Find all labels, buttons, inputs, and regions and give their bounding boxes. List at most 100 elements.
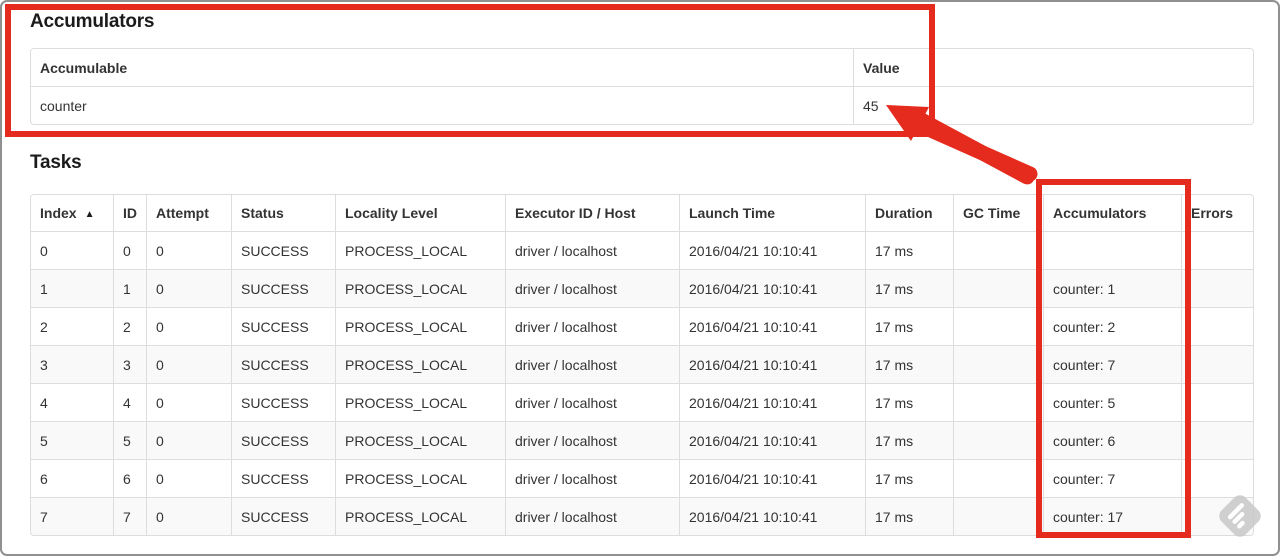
task-accumulators-cell [1043, 231, 1181, 269]
task-launch-time-cell: 2016/04/21 10:10:41 [679, 497, 865, 535]
task-gc-time-cell [953, 383, 1043, 421]
task-errors-cell [1181, 497, 1253, 535]
task-executor-cell: driver / localhost [505, 497, 679, 535]
col-header-errors[interactable]: Errors [1181, 195, 1253, 231]
task-accumulators-cell: counter: 6 [1043, 421, 1181, 459]
task-id-cell: 0 [113, 231, 146, 269]
task-accumulators-cell: counter: 2 [1043, 307, 1181, 345]
tasks-table: Index ▲ ID Attempt Status Locality Level … [30, 194, 1254, 536]
task-duration-cell: 17 ms [865, 269, 953, 307]
task-accumulators-cell: counter: 1 [1043, 269, 1181, 307]
task-errors-cell [1181, 269, 1253, 307]
task-locality-cell: PROCESS_LOCAL [335, 459, 505, 497]
task-attempt-cell: 0 [146, 269, 231, 307]
task-launch-time-cell: 2016/04/21 10:10:41 [679, 269, 865, 307]
task-row: 2 2 0 SUCCESS PROCESS_LOCAL driver / loc… [31, 307, 1253, 345]
col-header-gc-time[interactable]: GC Time [953, 195, 1043, 231]
col-header-attempt[interactable]: Attempt [146, 195, 231, 231]
task-locality-cell: PROCESS_LOCAL [335, 269, 505, 307]
task-id-cell: 1 [113, 269, 146, 307]
col-header-launch-time[interactable]: Launch Time [679, 195, 865, 231]
accumulators-header-row: Accumulable Value [31, 49, 1253, 86]
task-attempt-cell: 0 [146, 345, 231, 383]
task-duration-cell: 17 ms [865, 421, 953, 459]
col-header-status[interactable]: Status [231, 195, 335, 231]
task-launch-time-cell: 2016/04/21 10:10:41 [679, 421, 865, 459]
task-index-cell: 2 [31, 307, 113, 345]
task-id-cell: 3 [113, 345, 146, 383]
task-duration-cell: 17 ms [865, 307, 953, 345]
col-header-index[interactable]: Index ▲ [31, 195, 113, 231]
task-id-cell: 6 [113, 459, 146, 497]
task-row: 4 4 0 SUCCESS PROCESS_LOCAL driver / loc… [31, 383, 1253, 421]
accumulable-value-cell: 45 [853, 86, 1253, 124]
index-header-label: Index [40, 205, 77, 221]
task-launch-time-cell: 2016/04/21 10:10:41 [679, 307, 865, 345]
task-launch-time-cell: 2016/04/21 10:10:41 [679, 459, 865, 497]
task-launch-time-cell: 2016/04/21 10:10:41 [679, 383, 865, 421]
task-errors-cell [1181, 383, 1253, 421]
task-executor-cell: driver / localhost [505, 269, 679, 307]
task-locality-cell: PROCESS_LOCAL [335, 497, 505, 535]
tasks-header-row: Index ▲ ID Attempt Status Locality Level … [31, 195, 1253, 231]
task-locality-cell: PROCESS_LOCAL [335, 383, 505, 421]
task-gc-time-cell [953, 497, 1043, 535]
task-row: 7 7 0 SUCCESS PROCESS_LOCAL driver / loc… [31, 497, 1253, 535]
task-accumulators-cell: counter: 7 [1043, 345, 1181, 383]
task-duration-cell: 17 ms [865, 497, 953, 535]
task-errors-cell [1181, 421, 1253, 459]
task-row: 1 1 0 SUCCESS PROCESS_LOCAL driver / loc… [31, 269, 1253, 307]
task-status-cell: SUCCESS [231, 307, 335, 345]
task-gc-time-cell [953, 269, 1043, 307]
task-index-cell: 3 [31, 345, 113, 383]
task-accumulators-cell: counter: 5 [1043, 383, 1181, 421]
task-errors-cell [1181, 231, 1253, 269]
task-gc-time-cell [953, 231, 1043, 269]
col-header-duration[interactable]: Duration [865, 195, 953, 231]
task-id-cell: 7 [113, 497, 146, 535]
task-row: 5 5 0 SUCCESS PROCESS_LOCAL driver / loc… [31, 421, 1253, 459]
task-gc-time-cell [953, 421, 1043, 459]
task-gc-time-cell [953, 459, 1043, 497]
task-id-cell: 2 [113, 307, 146, 345]
task-index-cell: 6 [31, 459, 113, 497]
col-header-accumulable[interactable]: Accumulable [31, 49, 853, 86]
col-header-locality-level[interactable]: Locality Level [335, 195, 505, 231]
task-attempt-cell: 0 [146, 497, 231, 535]
task-index-cell: 4 [31, 383, 113, 421]
col-header-id[interactable]: ID [113, 195, 146, 231]
task-executor-cell: driver / localhost [505, 459, 679, 497]
task-accumulators-cell: counter: 17 [1043, 497, 1181, 535]
task-status-cell: SUCCESS [231, 421, 335, 459]
task-status-cell: SUCCESS [231, 231, 335, 269]
task-launch-time-cell: 2016/04/21 10:10:41 [679, 231, 865, 269]
col-header-executor-id-host[interactable]: Executor ID / Host [505, 195, 679, 231]
task-attempt-cell: 0 [146, 383, 231, 421]
task-executor-cell: driver / localhost [505, 383, 679, 421]
col-header-accumulators[interactable]: Accumulators [1043, 195, 1181, 231]
task-duration-cell: 17 ms [865, 345, 953, 383]
task-status-cell: SUCCESS [231, 383, 335, 421]
task-launch-time-cell: 2016/04/21 10:10:41 [679, 345, 865, 383]
task-executor-cell: driver / localhost [505, 421, 679, 459]
task-status-cell: SUCCESS [231, 459, 335, 497]
task-attempt-cell: 0 [146, 231, 231, 269]
task-errors-cell [1181, 307, 1253, 345]
task-id-cell: 5 [113, 421, 146, 459]
task-row: 0 0 0 SUCCESS PROCESS_LOCAL driver / loc… [31, 231, 1253, 269]
accumulable-name-cell: counter [31, 86, 853, 124]
task-status-cell: SUCCESS [231, 497, 335, 535]
task-row: 3 3 0 SUCCESS PROCESS_LOCAL driver / loc… [31, 345, 1253, 383]
task-status-cell: SUCCESS [231, 269, 335, 307]
task-index-cell: 7 [31, 497, 113, 535]
col-header-value[interactable]: Value [853, 49, 1253, 86]
accumulators-table: Accumulable Value counter 45 [30, 48, 1254, 125]
task-accumulators-cell: counter: 7 [1043, 459, 1181, 497]
task-index-cell: 1 [31, 269, 113, 307]
task-executor-cell: driver / localhost [505, 307, 679, 345]
task-locality-cell: PROCESS_LOCAL [335, 231, 505, 269]
sort-ascending-icon: ▲ [84, 209, 95, 220]
task-row: 6 6 0 SUCCESS PROCESS_LOCAL driver / loc… [31, 459, 1253, 497]
task-executor-cell: driver / localhost [505, 231, 679, 269]
task-gc-time-cell [953, 345, 1043, 383]
